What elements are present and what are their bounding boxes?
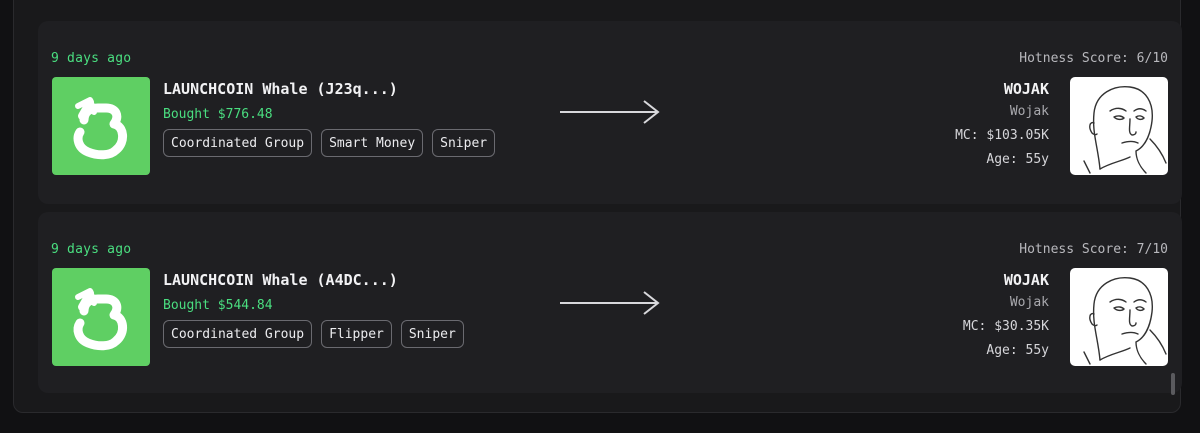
token-market-cap: MC: $30.35K <box>962 319 1049 334</box>
wallet-name[interactable]: LAUNCHCOIN Whale (J23q...) <box>163 80 398 98</box>
token-age: Age: 55y <box>986 343 1049 358</box>
wallet-name[interactable]: LAUNCHCOIN Whale (A4DC...) <box>163 271 398 289</box>
wallet-tag[interactable]: Sniper <box>432 129 496 157</box>
whale-buy-card[interactable]: 9 days ago Hotness Score: 6/10 LAUNCHCOI… <box>38 21 1182 204</box>
wallet-tag[interactable]: Coordinated Group <box>163 129 313 157</box>
token-info: WOJAK Wojak MC: $30.35K Age: 55y <box>963 271 1049 363</box>
wallet-tags: Coordinated Group Flipper Sniper <box>163 320 464 348</box>
wallet-tag[interactable]: Smart Money <box>321 129 424 157</box>
token-symbol[interactable]: WOJAK <box>963 271 1049 291</box>
arrow-right-icon <box>560 291 660 315</box>
token-name: Wojak <box>1009 104 1049 119</box>
wallet-tags: Coordinated Group Smart Money Sniper <box>163 129 496 157</box>
launchcoin-logo-icon <box>52 268 150 366</box>
hotness-score: Hotness Score: 6/10 <box>1019 51 1168 66</box>
arrow-right-icon <box>560 100 660 124</box>
token-info: WOJAK Wojak MC: $103.05K Age: 55y <box>955 80 1049 172</box>
wallet-tag[interactable]: Sniper <box>400 320 464 348</box>
hotness-score: Hotness Score: 7/10 <box>1019 242 1168 257</box>
token-name: Wojak <box>1009 295 1049 310</box>
time-ago: 9 days ago <box>51 51 132 66</box>
launchcoin-logo-icon <box>52 77 150 175</box>
wojak-face-icon[interactable] <box>1070 77 1168 175</box>
time-ago: 9 days ago <box>51 242 132 257</box>
bought-amount: Bought $776.48 <box>163 107 273 122</box>
wojak-face-icon[interactable] <box>1070 268 1168 366</box>
wallet-tag[interactable]: Coordinated Group <box>163 320 313 348</box>
whale-buy-card[interactable]: 9 days ago Hotness Score: 7/10 LAUNCHCOI… <box>38 212 1182 393</box>
token-age: Age: 55y <box>986 152 1049 167</box>
scrollbar-thumb[interactable] <box>1171 373 1175 395</box>
token-symbol[interactable]: WOJAK <box>955 80 1049 100</box>
wallet-tag[interactable]: Flipper <box>321 320 392 348</box>
bought-amount: Bought $544.84 <box>163 298 273 313</box>
token-market-cap: MC: $103.05K <box>955 128 1049 143</box>
